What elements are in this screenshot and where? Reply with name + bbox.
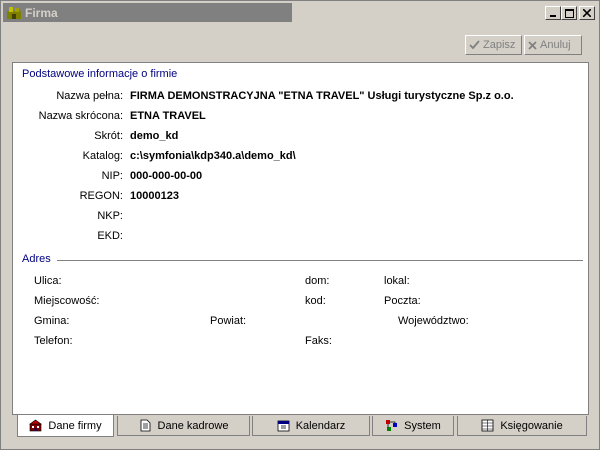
county-label: Powiat: bbox=[210, 315, 247, 327]
address-divider bbox=[57, 260, 583, 261]
maximize-icon bbox=[564, 8, 574, 18]
maximize-button[interactable] bbox=[561, 6, 577, 20]
calendar-icon bbox=[277, 420, 290, 432]
post-office-label: Poczta: bbox=[384, 295, 421, 307]
field-value-abbreviation[interactable]: demo_kd bbox=[130, 130, 178, 142]
document-icon bbox=[140, 419, 150, 432]
field-label-abbreviation: Skrót: bbox=[94, 130, 123, 142]
field-label-regon: REGON: bbox=[79, 190, 123, 202]
postal-code-label: kod: bbox=[305, 295, 326, 307]
minimize-icon bbox=[550, 15, 556, 17]
close-button[interactable] bbox=[579, 6, 595, 20]
system-icon bbox=[386, 420, 398, 431]
tab-accounting[interactable]: Księgowanie bbox=[457, 416, 587, 436]
house-number-label: dom: bbox=[305, 275, 330, 287]
tab-label: System bbox=[404, 419, 441, 432]
city-label: Miejscowość: bbox=[34, 295, 100, 307]
street-label: Ulica: bbox=[34, 275, 62, 287]
tab-company-data[interactable]: Dane firmy bbox=[17, 415, 114, 437]
cancel-button[interactable]: Anuluj bbox=[524, 35, 582, 55]
tab-calendar[interactable]: Kalendarz bbox=[252, 416, 370, 436]
fax-label: Faks: bbox=[305, 335, 332, 347]
field-label-ekd: EKD: bbox=[97, 230, 123, 242]
tab-label: Dane kadrowe bbox=[157, 419, 229, 432]
field-label-nkp: NKP: bbox=[97, 210, 123, 222]
cross-icon bbox=[528, 40, 537, 50]
minimize-button[interactable] bbox=[545, 6, 561, 20]
field-value-nip[interactable]: 000-000-00-00 bbox=[130, 170, 202, 182]
field-value-directory[interactable]: c:\symfonia\kdp340.a\demo_kd\ bbox=[130, 150, 296, 162]
field-value-regon[interactable]: 10000123 bbox=[130, 190, 179, 202]
close-icon bbox=[583, 9, 591, 17]
tab-label: Księgowanie bbox=[500, 419, 563, 432]
tab-label: Kalendarz bbox=[295, 419, 346, 432]
cancel-label: Anuluj bbox=[540, 39, 571, 51]
firma-window: Firma Zapisz Anuluj Podstawowe informacj… bbox=[0, 0, 600, 450]
apartment-label: lokal: bbox=[384, 275, 410, 287]
field-label-full-name: Nazwa pełna: bbox=[56, 90, 123, 102]
commune-label: Gmina: bbox=[34, 315, 70, 327]
app-icon bbox=[7, 6, 21, 19]
checkmark-icon bbox=[469, 40, 480, 50]
save-button[interactable]: Zapisz bbox=[465, 35, 522, 55]
tab-hr-data[interactable]: Dane kadrowe bbox=[117, 416, 250, 436]
company-icon bbox=[29, 419, 43, 432]
tab-system[interactable]: System bbox=[372, 416, 454, 436]
province-label: Województwo: bbox=[398, 315, 469, 327]
basic-info-heading: Podstawowe informacje o firmie bbox=[22, 68, 178, 80]
field-value-full-name[interactable]: FIRMA DEMONSTRACYJNA "ETNA TRAVEL" Usług… bbox=[130, 90, 514, 102]
tab-bar: Dane firmy Dane kadrowe Kalendarz System… bbox=[1, 415, 600, 441]
title-bar: Firma bbox=[3, 3, 292, 22]
window-title: Firma bbox=[25, 5, 58, 20]
tab-label: Dane firmy bbox=[48, 419, 102, 432]
phone-label: Telefon: bbox=[34, 335, 73, 347]
address-heading: Adres bbox=[22, 253, 51, 265]
save-label: Zapisz bbox=[483, 39, 516, 51]
field-label-short-name: Nazwa skrócona: bbox=[38, 110, 123, 122]
field-value-short-name[interactable]: ETNA TRAVEL bbox=[130, 110, 206, 122]
ledger-icon bbox=[481, 419, 494, 432]
field-label-nip: NIP: bbox=[101, 170, 123, 182]
field-label-directory: Katalog: bbox=[82, 150, 123, 162]
company-details-panel: Podstawowe informacje o firmie Nazwa peł… bbox=[12, 62, 589, 415]
